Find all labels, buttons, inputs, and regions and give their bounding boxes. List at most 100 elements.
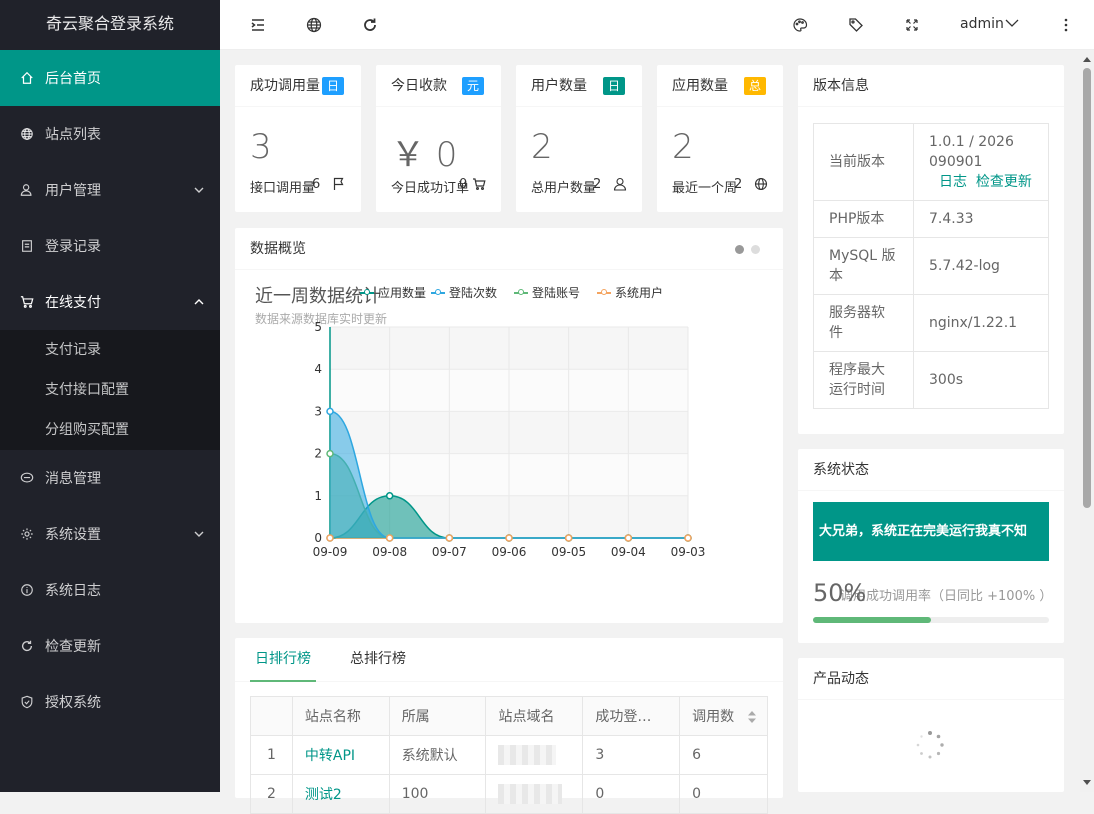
version-value: 300s bbox=[913, 351, 1049, 409]
col-success[interactable]: 成功登… bbox=[582, 696, 681, 736]
page-scrollbar[interactable] bbox=[1080, 50, 1094, 792]
check-update-link[interactable]: 检查更新 bbox=[976, 174, 1032, 190]
more-vertical-icon[interactable] bbox=[1058, 17, 1074, 33]
data-point bbox=[385, 534, 394, 542]
data-point bbox=[505, 534, 513, 542]
stat-sub-value: 2 bbox=[734, 177, 743, 192]
x-tick-label: 09-08 bbox=[372, 545, 407, 559]
scroll-down-icon[interactable] bbox=[1080, 776, 1094, 788]
y-tick-label: 4 bbox=[314, 362, 322, 376]
nav-home-label: 后台首页 bbox=[45, 71, 101, 87]
chevron-down-icon bbox=[194, 531, 204, 537]
stat-sub-value: 6 bbox=[312, 177, 321, 192]
y-tick-label: 2 bbox=[314, 447, 322, 461]
refresh-icon[interactable] bbox=[362, 17, 378, 33]
stat-value: 2 bbox=[672, 127, 694, 167]
info-icon bbox=[20, 583, 34, 597]
line-chart: 0 1 2 3 4 5 09-09 09-08 09-07 09-06 09-05 09-04 09-0… bbox=[313, 320, 706, 559]
chevron-down-icon bbox=[194, 187, 204, 193]
log-link[interactable]: 日志 bbox=[939, 174, 967, 190]
nav-payment[interactable]: 在线支付 bbox=[0, 274, 220, 330]
nav-messages-label: 消息管理 bbox=[45, 471, 101, 487]
cell-success: 0 bbox=[582, 774, 681, 814]
home-icon bbox=[20, 71, 34, 85]
stat-sub-value: 2 bbox=[593, 177, 602, 192]
rank-card: 日排行榜 总排行榜 站点名称 所属 站点域名 成功登… 调用数 1 中转API bbox=[235, 638, 783, 814]
stat-sub-label: 总用户数量 2 bbox=[531, 177, 602, 196]
nav-system-log[interactable]: 系统日志 bbox=[0, 562, 220, 618]
document-icon bbox=[20, 239, 34, 253]
x-tick-label: 09-09 bbox=[313, 545, 348, 559]
version-value: 7.4.33 bbox=[913, 200, 1049, 238]
subnav-pay-config[interactable]: 支付接口配置 bbox=[0, 370, 220, 410]
system-status-title: 系统状态 bbox=[798, 449, 1064, 491]
app-logo: 奇云聚合登录系统 bbox=[45, 14, 174, 33]
subnav-group-purchase[interactable]: 分组购买配置 bbox=[0, 410, 220, 450]
x-tick-label: 09-05 bbox=[551, 545, 586, 559]
data-point bbox=[326, 449, 334, 458]
col-calls[interactable]: 调用数 bbox=[679, 696, 768, 736]
menu-fold-icon[interactable] bbox=[250, 17, 266, 33]
nav-home[interactable]: 后台首页 bbox=[0, 50, 220, 106]
overview-title: 数据概览 bbox=[235, 228, 783, 270]
cell-site-name[interactable]: 中转API bbox=[291, 735, 390, 775]
nav-login-log[interactable]: 登录记录 bbox=[0, 218, 220, 274]
cell-calls: 6 bbox=[679, 735, 768, 775]
nav-settings[interactable]: 系统设置 bbox=[0, 506, 220, 562]
gear-icon bbox=[20, 527, 34, 541]
x-tick-label: 09-07 bbox=[432, 545, 467, 559]
scrollbar-thumb[interactable] bbox=[1083, 68, 1091, 508]
stat-title: 今日收款元 bbox=[376, 65, 501, 107]
chevron-up-icon bbox=[194, 299, 204, 305]
cell-success: 3 bbox=[582, 735, 681, 775]
nav-users-label: 用户管理 bbox=[45, 183, 101, 199]
version-value: 1.0.1 / 2026090901 日志 检查更新 bbox=[913, 123, 1049, 201]
nav-check-update[interactable]: 检查更新 bbox=[0, 618, 220, 674]
version-value: nginx/1.22.1 bbox=[913, 294, 1049, 352]
nav-license-label: 授权系统 bbox=[45, 695, 101, 711]
rank-table: 站点名称 所属 站点域名 成功登… 调用数 1 中转API 系统默认 3 6 2… bbox=[250, 696, 768, 814]
col-site-name: 站点名称 bbox=[291, 696, 390, 736]
stat-value: 2 bbox=[531, 127, 553, 167]
data-point bbox=[624, 534, 633, 542]
tab-daily-rank[interactable]: 日排行榜 bbox=[250, 638, 316, 682]
col-domain: 站点域名 bbox=[485, 696, 584, 736]
globe-icon[interactable] bbox=[306, 17, 322, 33]
nav-sites[interactable]: 站点列表 bbox=[0, 106, 220, 162]
progress-track bbox=[813, 617, 1049, 623]
stat-value: 3 bbox=[250, 127, 272, 167]
palette-icon[interactable] bbox=[792, 17, 808, 33]
tab-total-rank[interactable]: 总排行榜 bbox=[350, 638, 406, 680]
cell-domain-blurred bbox=[485, 735, 584, 775]
badge: 日 bbox=[603, 77, 626, 95]
stat-sub-label: 今日成功订单 0 bbox=[391, 177, 470, 196]
nav-users[interactable]: 用户管理 bbox=[0, 162, 220, 218]
nav-messages[interactable]: 消息管理 bbox=[0, 450, 220, 506]
nav-license[interactable]: 授权系统 bbox=[0, 674, 220, 730]
sort-icon[interactable] bbox=[747, 710, 757, 724]
stat-sub-label: 接口调用量 6 bbox=[250, 177, 321, 196]
version-key: 服务器软件 bbox=[813, 294, 914, 352]
main-content: 成功调用量日 3 接口调用量 6 今日收款元 ￥ 0 今日成功订单 0 用户数量日 … bbox=[220, 50, 1080, 814]
stat-card-calls: 成功调用量日 3 接口调用量 6 bbox=[235, 65, 361, 212]
fullscreen-icon[interactable] bbox=[904, 17, 920, 33]
scroll-up-icon[interactable] bbox=[1080, 54, 1094, 66]
chat-icon bbox=[20, 471, 34, 485]
carousel-dot-active[interactable] bbox=[735, 245, 744, 254]
product-news-card: 产品动态 bbox=[798, 658, 1064, 792]
user-menu[interactable]: admin bbox=[960, 16, 1020, 32]
version-key: MySQL 版本 bbox=[813, 237, 914, 295]
username: admin bbox=[960, 16, 1004, 32]
subnav-pay-records[interactable]: 支付记录 bbox=[0, 330, 220, 370]
status-percent: 50% bbox=[813, 579, 867, 607]
table-row: 程序最大运行时间 300s bbox=[813, 351, 1049, 409]
table-row: 1 中转API 系统默认 3 6 bbox=[250, 735, 768, 775]
stat-title: 用户数量日 bbox=[516, 65, 642, 107]
nav-login-log-label: 登录记录 bbox=[45, 239, 101, 255]
cell-site-name[interactable]: 测试2 bbox=[291, 774, 390, 814]
tag-icon[interactable] bbox=[848, 17, 864, 33]
data-point bbox=[684, 534, 692, 542]
stat-title: 应用数量总 bbox=[657, 65, 783, 107]
carousel-dot[interactable] bbox=[751, 245, 760, 254]
cell-calls: 0 bbox=[679, 774, 768, 814]
